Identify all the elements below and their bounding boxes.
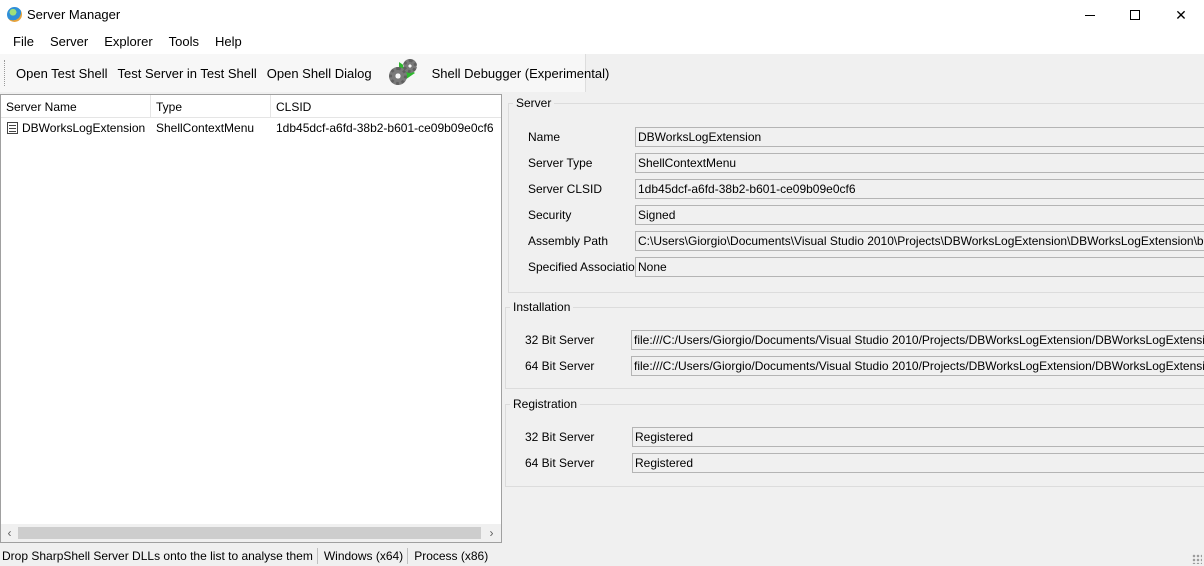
gear-icon	[402, 59, 417, 73]
column-header-clsid[interactable]: CLSID	[276, 100, 311, 114]
assembly-path-field[interactable]: C:\Users\Giorgio\Documents\Visual Studio…	[635, 231, 1204, 251]
shell-debugger-button[interactable]: Shell Debugger (Experimental)	[427, 66, 615, 81]
menu-tools[interactable]: Tools	[161, 31, 207, 53]
close-icon: ✕	[1175, 6, 1187, 23]
name-label: Name	[528, 130, 561, 144]
minimize-button[interactable]	[1067, 0, 1113, 30]
name-field[interactable]: DBWorksLogExtension	[635, 127, 1204, 147]
security-field[interactable]: Signed	[635, 205, 1204, 225]
toolbar-grip[interactable]	[4, 60, 5, 86]
menu-file[interactable]: File	[5, 31, 42, 53]
server-list[interactable]: Server Name Type CLSID DBWorksLogExtensi…	[0, 94, 502, 543]
app-icon	[7, 7, 22, 22]
install-64bit-field[interactable]: file:///C:/Users/Giorgio/Documents/Visua…	[631, 356, 1204, 376]
column-header-type[interactable]: Type	[156, 100, 182, 114]
test-server-button[interactable]: Test Server in Test Shell	[113, 66, 262, 81]
status-hint: Drop SharpShell Server DLLs onto the lis…	[0, 547, 318, 564]
scroll-left-icon[interactable]: ‹	[1, 525, 18, 541]
horizontal-scrollbar[interactable]: ‹ ›	[1, 524, 501, 542]
server-type-cell: ShellContextMenu	[156, 121, 255, 135]
status-bar: Drop SharpShell Server DLLs onto the lis…	[0, 545, 1204, 566]
server-manager-window: Server Manager ✕ File Server Explorer To…	[0, 0, 1204, 566]
maximize-icon	[1130, 10, 1140, 20]
list-item[interactable]: DBWorksLogExtension ShellContextMenu 1db…	[1, 120, 501, 137]
installation-group-title: Installation	[510, 300, 574, 314]
status-process: Process (x86)	[414, 548, 489, 563]
maximize-button[interactable]	[1112, 0, 1158, 30]
server-group-title: Server	[513, 96, 555, 110]
status-os: Windows (x64)	[318, 547, 409, 564]
server-type-field[interactable]: ShellContextMenu	[635, 153, 1204, 173]
column-divider[interactable]	[150, 95, 151, 118]
server-type-label: Server Type	[528, 156, 593, 170]
install-32bit-label: 32 Bit Server	[525, 333, 595, 347]
column-header-server-name[interactable]: Server Name	[6, 100, 77, 114]
list-header: Server Name Type CLSID	[1, 95, 501, 118]
server-clsid-field[interactable]: 1db45dcf-a6fd-38b2-b601-ce09b09e0cf6	[635, 179, 1204, 199]
column-divider[interactable]	[270, 95, 271, 118]
server-clsid-label: Server CLSID	[528, 182, 603, 196]
server-name-cell: DBWorksLogExtension	[22, 121, 146, 135]
specified-associations-label: Specified Associations	[528, 260, 648, 274]
close-button[interactable]: ✕	[1158, 0, 1204, 30]
window-title: Server Manager	[27, 7, 121, 22]
reg-32bit-label: 32 Bit Server	[525, 430, 595, 444]
toolbar: Open Test Shell Test Server in Test Shel…	[0, 54, 609, 92]
specified-associations-field[interactable]: None	[635, 257, 1204, 277]
scroll-thumb[interactable]	[18, 527, 481, 539]
assembly-path-label: Assembly Path	[528, 234, 609, 248]
security-label: Security	[528, 208, 572, 222]
open-test-shell-button[interactable]: Open Test Shell	[11, 66, 113, 81]
server-item-icon	[7, 122, 18, 134]
reg-64bit-field[interactable]: Registered	[632, 453, 1204, 473]
install-32bit-field[interactable]: file:///C:/Users/Giorgio/Documents/Visua…	[631, 330, 1204, 350]
minimize-icon	[1085, 14, 1095, 16]
reg-64bit-label: 64 Bit Server	[525, 456, 595, 470]
menu-server[interactable]: Server	[42, 31, 96, 53]
menu-help[interactable]: Help	[207, 31, 250, 53]
reg-32bit-field[interactable]: Registered	[632, 427, 1204, 447]
scroll-right-icon[interactable]: ›	[483, 525, 500, 541]
registration-group-title: Registration	[510, 397, 581, 411]
title-bar: Server Manager ✕	[0, 0, 1204, 30]
install-64bit-label: 64 Bit Server	[525, 359, 595, 373]
resize-grip-icon[interactable]	[1192, 554, 1202, 564]
open-shell-dialog-button[interactable]: Open Shell Dialog	[262, 66, 377, 81]
server-clsid-cell: 1db45dcf-a6fd-38b2-b601-ce09b09e0cf6	[276, 121, 494, 135]
menu-bar: File Server Explorer Tools Help	[0, 30, 1204, 54]
menu-explorer[interactable]: Explorer	[96, 31, 160, 53]
